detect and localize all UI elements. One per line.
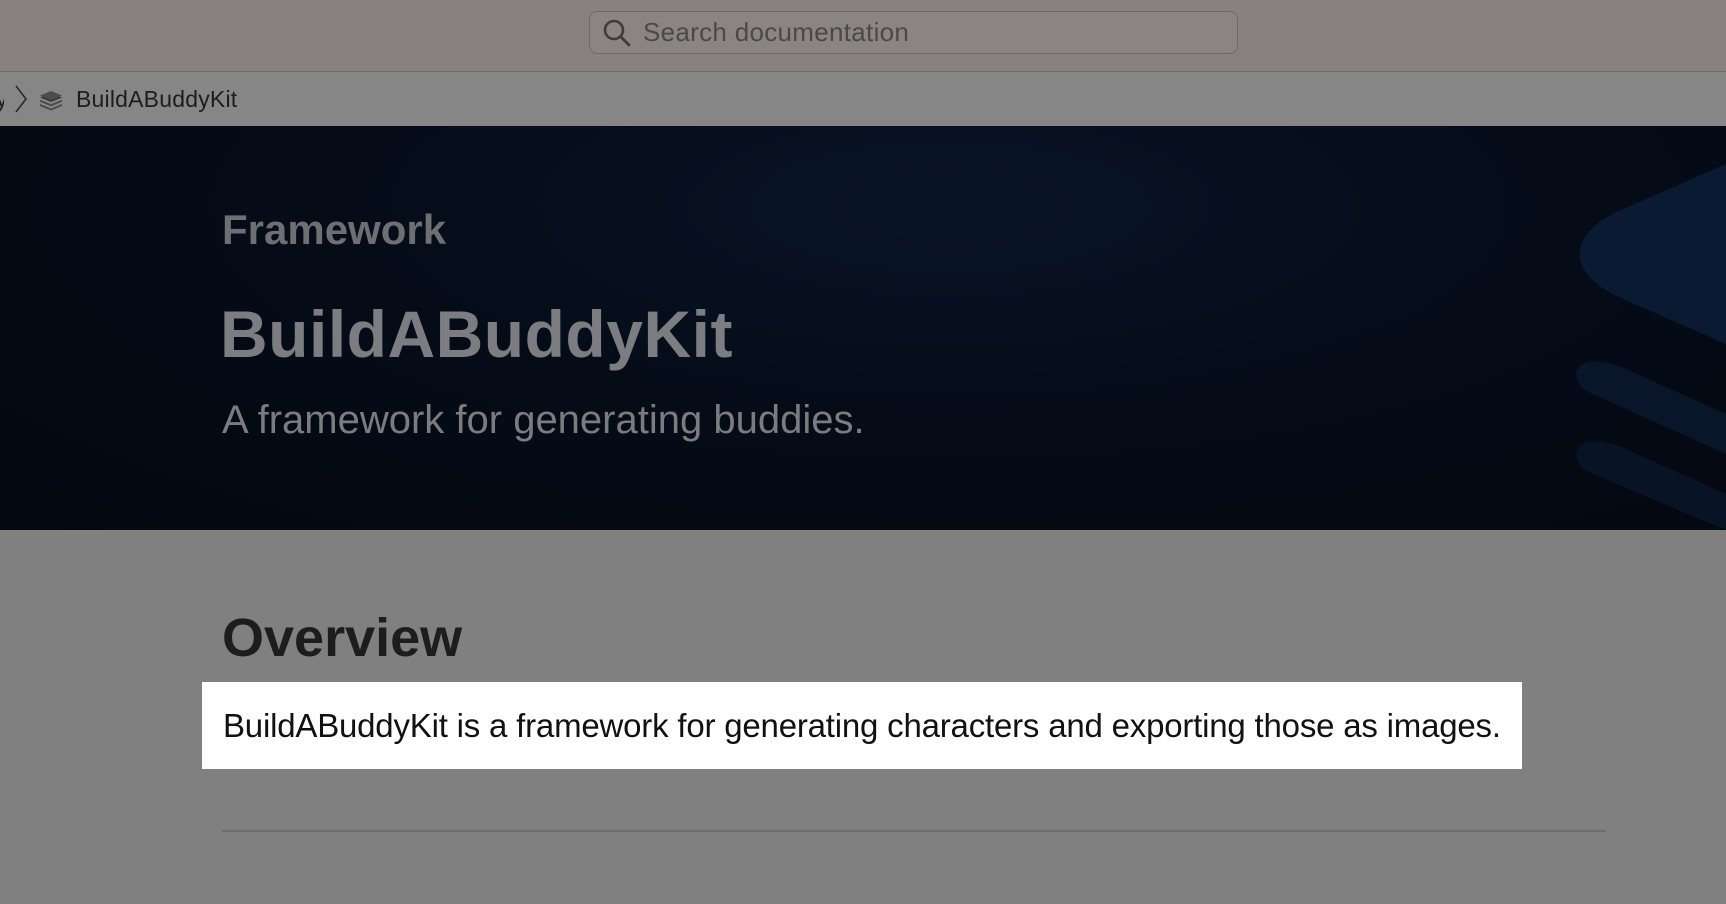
overview-heading: Overview [222,608,463,668]
framework-icon [38,86,64,112]
breadcrumb: y BuildABuddyKit [0,72,1726,126]
search-icon [601,17,633,49]
highlighted-paragraph: BuildABuddyKit is a framework for genera… [202,682,1522,769]
breadcrumb-current-item: BuildABuddyKit [76,85,238,112]
overview-text: BuildABuddyKit is a framework for genera… [223,707,1501,744]
hero-abstract: A framework for generating buddies. [222,398,865,442]
top-bar [0,0,1726,72]
hero-banner: Framework BuildABuddyKit A framework for… [0,126,1726,530]
divider [222,830,1606,832]
search-box[interactable] [589,11,1238,54]
hero-kicker: Framework [222,206,447,253]
stacked-layers-icon [1576,164,1726,530]
page-title: BuildABuddyKit [220,297,733,371]
chevron-right-icon [14,84,28,114]
breadcrumb-previous-item[interactable]: y [0,86,4,113]
search-input[interactable] [643,12,1203,53]
